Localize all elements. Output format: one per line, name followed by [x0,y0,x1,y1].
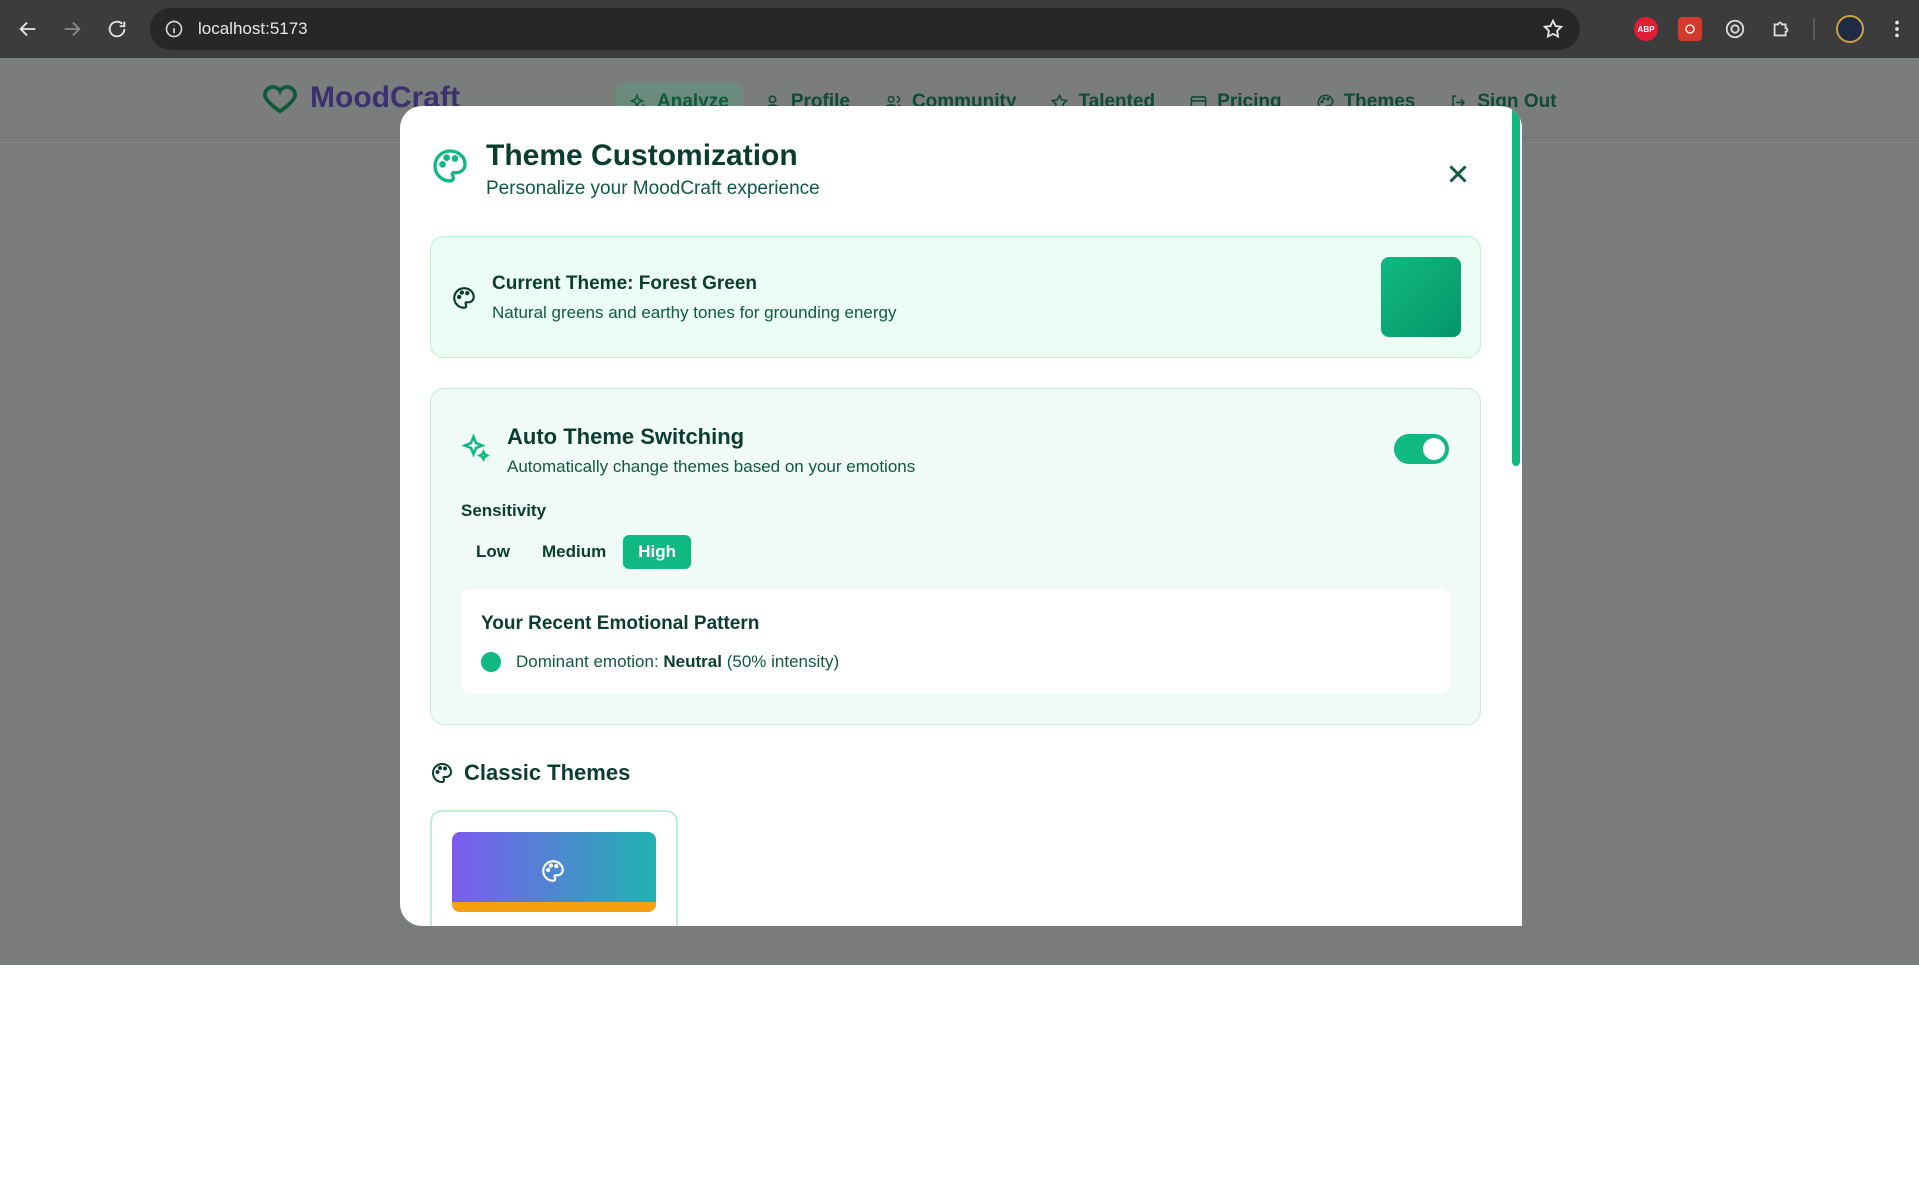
emotional-pattern-panel: Your Recent Emotional Pattern Dominant e… [461,589,1450,693]
current-theme-swatch [1381,257,1461,337]
pattern-emotion: Neutral [663,652,722,671]
adblock-extension-icon[interactable]: ABP [1634,17,1658,41]
theme-accent-stripe [452,902,656,912]
profile-avatar[interactable] [1836,15,1864,43]
reload-icon [108,20,126,38]
arrow-right-icon [64,21,81,37]
close-button[interactable] [1440,156,1476,192]
browser-menu-button[interactable] [1885,17,1909,41]
modal-scrollbar[interactable] [1512,106,1522,926]
back-button[interactable] [6,7,50,51]
pattern-prefix: Dominant emotion: [516,652,664,671]
arrow-left-icon [19,21,36,37]
site-info-icon[interactable] [164,19,184,39]
theme-preview [452,832,656,912]
auto-theme-card: Auto Theme Switching Automatically chang… [430,388,1481,725]
sparkles-icon [461,433,491,463]
palette-icon [542,860,564,882]
dominant-emotion-text: Dominant emotion: Neutral (50% intensity… [516,652,839,672]
theme-option-card[interactable] [430,810,678,926]
palette-icon [453,287,475,309]
modal-title: Theme Customization [486,139,798,172]
toggle-knob [1423,438,1445,460]
palette-icon [433,149,467,183]
puzzle-icon [1773,21,1789,37]
target-icon [1725,19,1745,39]
close-icon [1449,165,1467,183]
bookmark-star-icon[interactable] [1542,18,1564,40]
kebab-menu-icon [1895,20,1899,38]
browser-toolbar: localhost:5173 ABP [0,0,1919,58]
red-extension-icon[interactable] [1678,17,1702,41]
modal-header: Theme Customization Personalize your Moo… [430,138,820,200]
emotion-indicator-dot [481,652,501,672]
current-theme-description: Natural greens and earthy tones for grou… [492,303,897,322]
target-extension-icon[interactable] [1723,17,1747,41]
pattern-title: Your Recent Emotional Pattern [481,613,760,634]
current-theme-title: Current Theme: Forest Green [492,273,757,294]
url-text[interactable]: localhost:5173 [198,19,308,39]
heart-icon [263,85,297,114]
auto-theme-description: Automatically change themes based on you… [507,457,916,476]
pattern-suffix: (50% intensity) [721,652,840,671]
sensitivity-label: Sensitivity [461,501,547,520]
sensitivity-low-button[interactable]: Low [461,535,525,569]
address-bar[interactable]: localhost:5173 [150,8,1580,50]
scrollbar-thumb[interactable] [1512,106,1520,466]
extensions-button[interactable] [1769,17,1793,41]
classic-themes-title: Classic Themes [464,760,631,785]
sensitivity-high-button[interactable]: High [623,535,692,569]
current-theme-card: Current Theme: Forest Green Natural gree… [430,236,1481,358]
forward-button[interactable] [50,7,94,51]
sensitivity-options: Low Medium High [461,535,693,569]
sensitivity-medium-button[interactable]: Medium [527,535,621,569]
modal-subtitle: Personalize your MoodCraft experience [486,178,820,199]
reload-button[interactable] [95,7,139,51]
classic-themes-heading: Classic Themes [430,760,630,786]
theme-customization-modal: Theme Customization Personalize your Moo… [400,106,1522,926]
extension-glyph-icon [1685,24,1695,34]
palette-icon [432,762,453,784]
auto-theme-title: Auto Theme Switching [507,424,745,449]
toolbar-divider [1813,18,1815,40]
auto-theme-toggle[interactable] [1394,434,1449,464]
